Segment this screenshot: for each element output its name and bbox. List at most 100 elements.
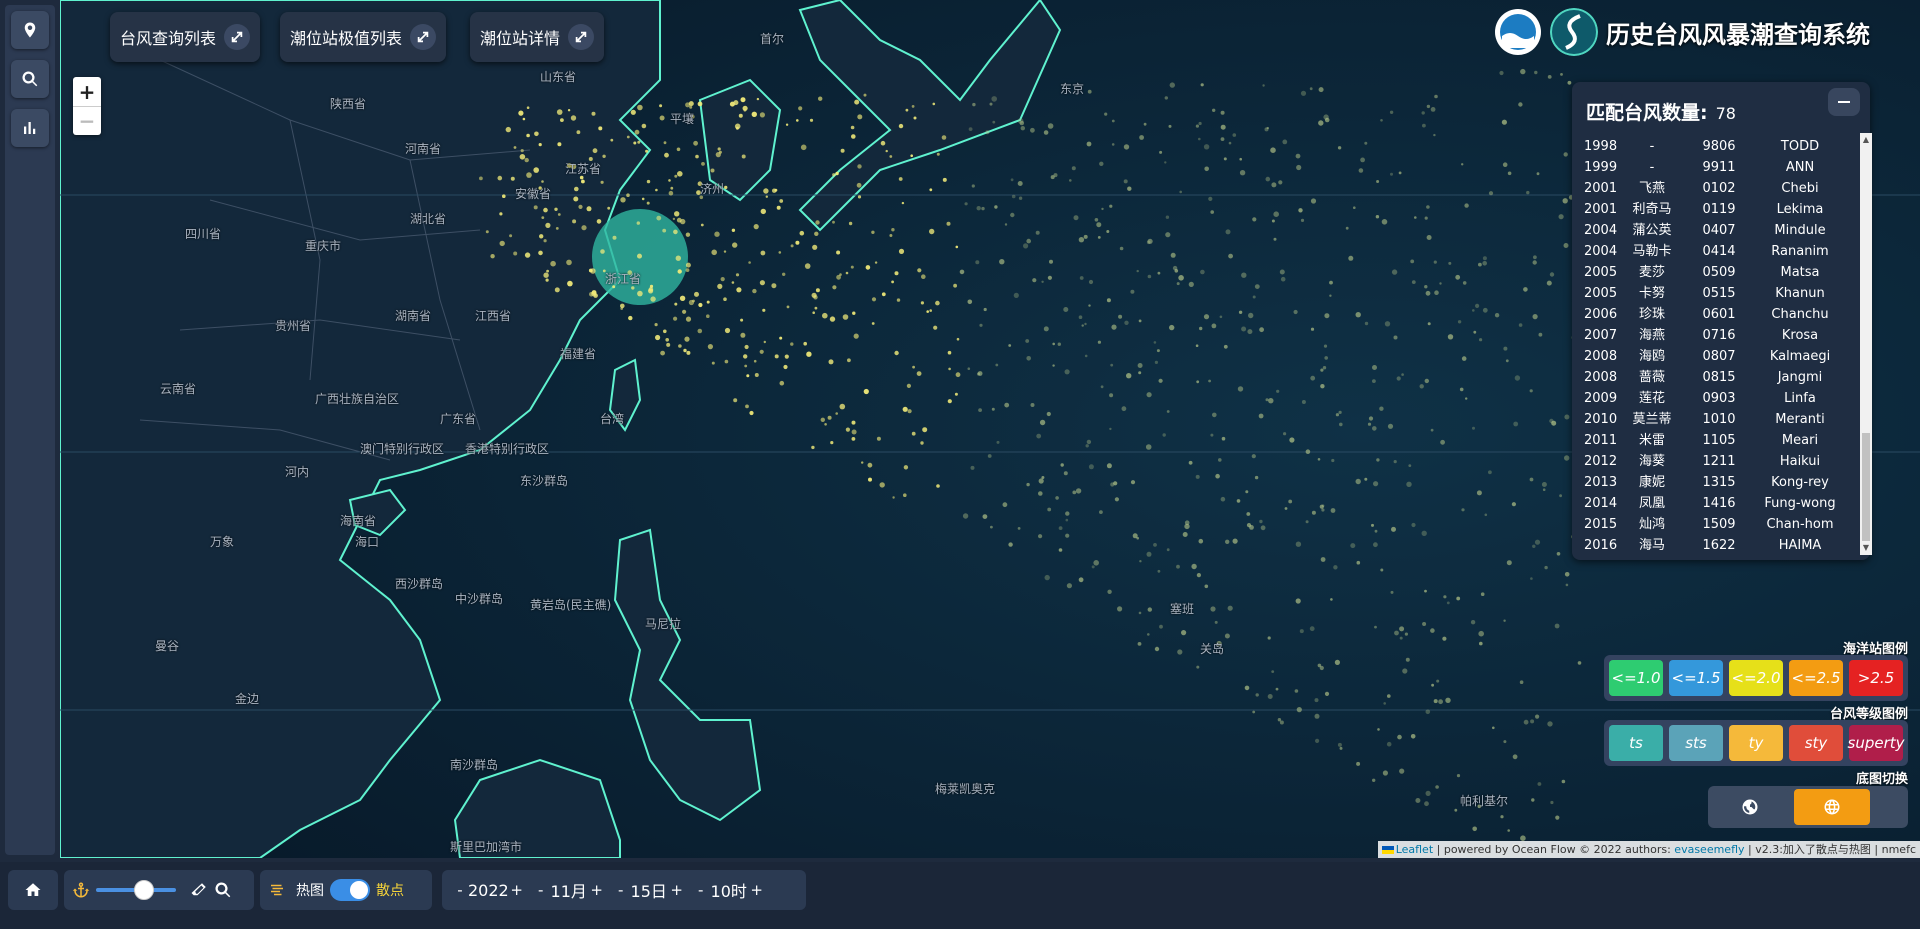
chart-button[interactable] — [11, 109, 49, 147]
scatter-point — [706, 300, 710, 304]
typhoon-cn-name: 飞燕 — [1638, 181, 1665, 196]
scatter-point — [731, 281, 735, 284]
scatter-point — [513, 146, 517, 149]
slider-knob[interactable] — [134, 880, 154, 900]
range-slider[interactable] — [96, 880, 176, 900]
search-button[interactable] — [11, 60, 49, 98]
scatter-point — [1047, 507, 1052, 512]
typhoon-row[interactable]: 2009 莲花 0903 Linfa — [1578, 388, 1848, 409]
scatter-point — [1310, 375, 1316, 381]
typhoon-row[interactable]: 2005 卡努 0515 Khanun — [1578, 283, 1848, 304]
typhoon-legend-item[interactable]: sts — [1669, 725, 1723, 761]
typhoon-row[interactable]: 2004 马勒卡 0414 Rananim — [1578, 241, 1848, 262]
month-minus-button[interactable]: - — [533, 881, 549, 899]
scatter-point — [1377, 728, 1380, 731]
scatter-point — [955, 372, 961, 378]
typhoon-row[interactable]: 2011 米雷 1105 Meari — [1578, 430, 1848, 451]
home-button[interactable] — [8, 870, 58, 910]
scatter-point — [1101, 207, 1104, 211]
scroll-up-icon[interactable]: ▲ — [1860, 133, 1872, 147]
typhoon-row[interactable]: 2004 蒲公英 0407 Mindule — [1578, 220, 1848, 241]
typhoon-legend-item[interactable]: superty — [1848, 725, 1905, 761]
scatter-point — [1324, 313, 1330, 319]
search-icon — [22, 71, 38, 87]
scatter-point — [1220, 110, 1225, 115]
day-plus-button[interactable]: + — [669, 881, 685, 899]
scatter-point — [1435, 785, 1439, 789]
typhoon-row[interactable]: 2005 麦莎 0509 Matsa — [1578, 262, 1848, 283]
scatter-point — [1026, 356, 1031, 361]
typhoon-row[interactable]: 2012 海葵 1211 Haikui — [1578, 451, 1848, 472]
ocean-legend-item[interactable]: >2.5 — [1849, 660, 1903, 696]
typhoon-row[interactable]: 2001 飞燕 0102 Chebi — [1578, 178, 1848, 199]
ocean-legend-item[interactable]: <=1.5 — [1669, 660, 1723, 696]
scatter-point — [1096, 222, 1102, 228]
tide-extreme-list-button[interactable]: 潮位站极值列表 — [280, 12, 447, 62]
scatter-point — [666, 342, 671, 347]
scatter-point — [1088, 279, 1094, 285]
scatter-point — [894, 271, 899, 276]
typhoon-row[interactable]: 1998 - 9806 TODD — [1578, 136, 1848, 157]
scatter-point — [648, 288, 654, 294]
typhoon-row[interactable]: 2008 蔷薇 0815 Jangmi — [1578, 367, 1848, 388]
scatter-point — [1023, 243, 1029, 249]
search-icon[interactable] — [214, 881, 232, 899]
scatter-point — [1104, 112, 1108, 116]
bar-chart-icon — [24, 122, 36, 134]
scroll-thumb[interactable] — [1862, 433, 1870, 541]
scatter-point — [630, 109, 636, 115]
typhoon-legend-item[interactable]: sty — [1789, 725, 1843, 761]
scatter-point — [1430, 628, 1435, 633]
typhoon-row[interactable]: 2007 海燕 0716 Krosa — [1578, 325, 1848, 346]
eraser-icon[interactable] — [190, 881, 208, 899]
heatmap-scatter-toggle[interactable] — [330, 879, 370, 901]
scatter-point — [1324, 356, 1328, 360]
ocean-legend-item[interactable]: <=1.0 — [1609, 660, 1663, 696]
basemap-dark-option[interactable] — [1712, 789, 1788, 825]
typhoon-row[interactable]: 1999 - 9911 ANN — [1578, 157, 1848, 178]
scatter-point — [1267, 636, 1271, 640]
scatter-point — [655, 334, 661, 341]
day-minus-button[interactable]: - — [613, 881, 629, 899]
typhoon-row[interactable]: 2016 海马 1622 HAIMA — [1578, 535, 1848, 550]
typhoon-row[interactable]: 2010 莫兰蒂 1010 Meranti — [1578, 409, 1848, 430]
typhoon-row[interactable]: 2014 凤凰 1416 Fung-wong — [1578, 493, 1848, 514]
typhoon-list-scrollbar[interactable]: ▲ ▼ — [1860, 133, 1872, 555]
zoom-out-button[interactable]: − — [73, 106, 101, 135]
ocean-legend-item[interactable]: <=2.5 — [1789, 660, 1843, 696]
scatter-point — [898, 177, 903, 181]
hour-minus-button[interactable]: - — [693, 881, 709, 899]
location-button[interactable] — [11, 11, 49, 49]
typhoon-legend-item[interactable]: ty — [1729, 725, 1783, 761]
typhoon-legend-item[interactable]: ts — [1609, 725, 1663, 761]
month-plus-button[interactable]: + — [589, 881, 605, 899]
typhoon-row[interactable]: 2013 康妮 1315 Kong-rey — [1578, 472, 1848, 493]
year-plus-button[interactable]: + — [509, 881, 525, 899]
typhoon-year: 2005 — [1584, 286, 1618, 301]
typhoon-row[interactable]: 2006 珍珠 0601 Chanchu — [1578, 304, 1848, 325]
scatter-point — [921, 274, 926, 280]
tide-detail-button[interactable]: 潮位站详情 — [470, 12, 605, 62]
scatter-point — [1063, 471, 1068, 476]
typhoon-list-button[interactable]: 台风查询列表 — [110, 12, 261, 62]
collapse-button[interactable] — [1828, 88, 1860, 116]
hour-plus-button[interactable]: + — [749, 881, 765, 899]
scatter-point — [1224, 633, 1230, 639]
scatter-point — [1506, 560, 1512, 566]
scatter-point — [1507, 171, 1512, 176]
scatter-point — [1456, 774, 1461, 778]
scroll-down-icon[interactable]: ▼ — [1860, 541, 1872, 555]
scatter-point — [783, 364, 788, 370]
zoom-in-button[interactable]: + — [73, 77, 101, 106]
basemap-light-option[interactable] — [1794, 789, 1870, 825]
typhoon-row[interactable]: 2008 海鸥 0807 Kalmaegi — [1578, 346, 1848, 367]
typhoon-row[interactable]: 2015 灿鸿 1509 Chan-hom — [1578, 514, 1848, 535]
ocean-legend-item[interactable]: <=2.0 — [1729, 660, 1783, 696]
author-link[interactable]: evaseemefly — [1674, 843, 1744, 856]
scatter-point — [1110, 363, 1114, 367]
scatter-point — [626, 193, 630, 197]
leaflet-link[interactable]: Leaflet — [1396, 843, 1433, 856]
scatter-point — [1146, 551, 1152, 557]
typhoon-row[interactable]: 2001 利奇马 0119 Lekima — [1578, 199, 1848, 220]
year-minus-button[interactable]: - — [452, 881, 468, 899]
